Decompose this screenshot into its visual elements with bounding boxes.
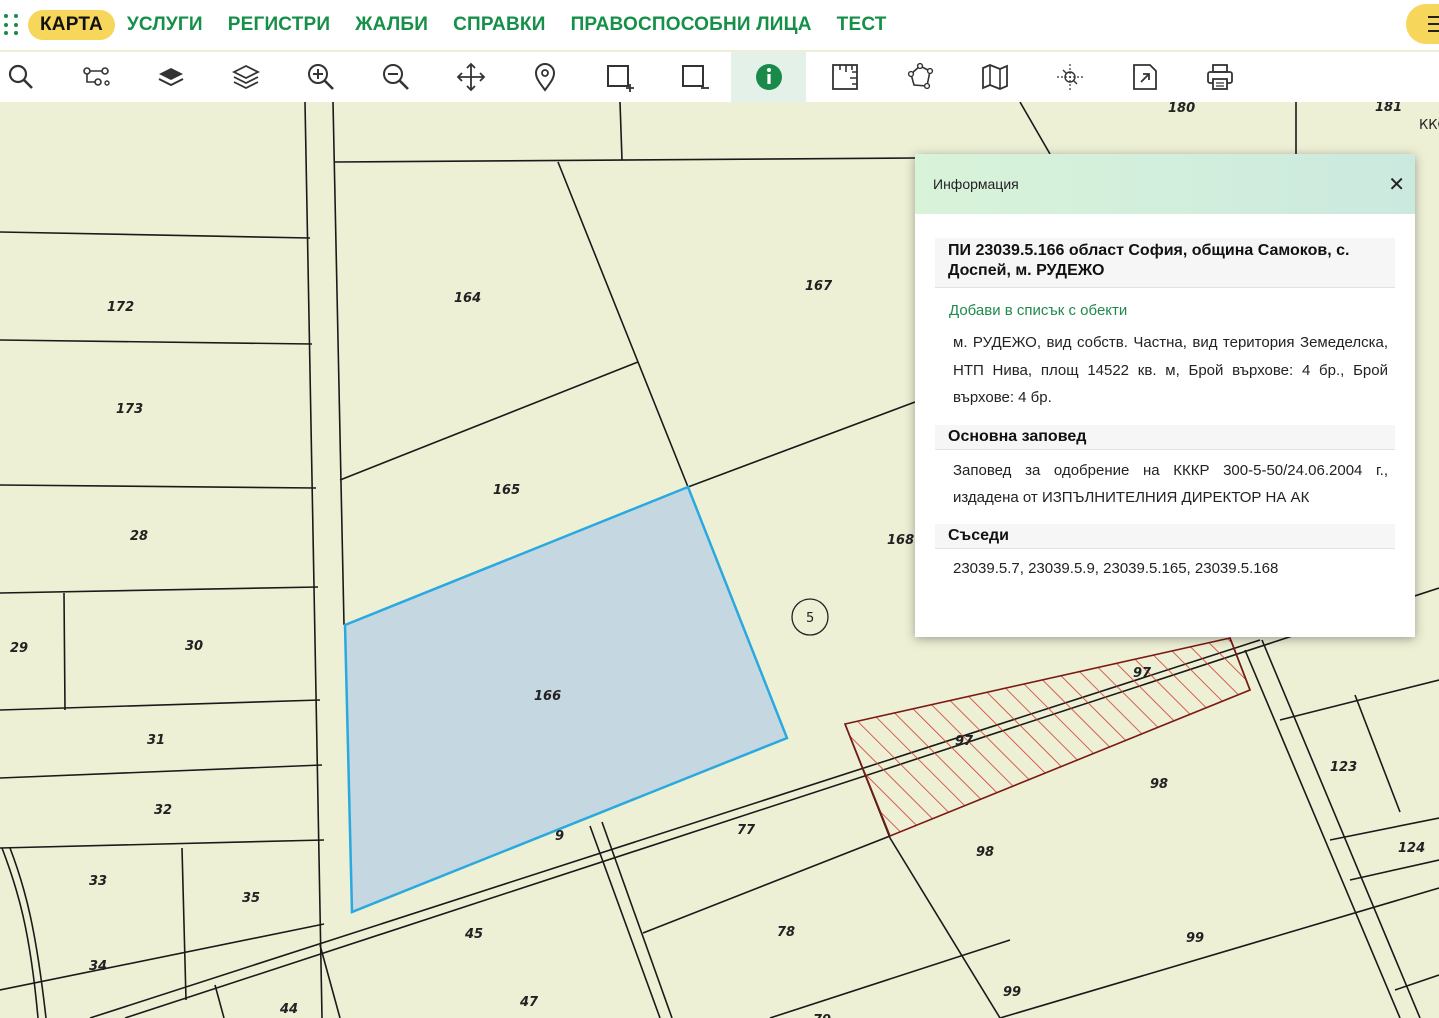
- parcel-label: 44: [279, 1002, 298, 1017]
- measure-icon[interactable]: [807, 52, 882, 102]
- parcel-title: ПИ 23039.5.166 област София, община Само…: [935, 238, 1395, 288]
- map-icon[interactable]: [957, 52, 1032, 102]
- parcel-label: 33: [89, 874, 107, 889]
- parcel-label: ККС: [1419, 118, 1439, 133]
- route-icon[interactable]: [58, 52, 133, 102]
- parcel-label: 9: [555, 829, 564, 844]
- parcel-label: 31: [147, 733, 165, 748]
- parcel-label: 166: [534, 689, 561, 704]
- search-icon[interactable]: [0, 52, 58, 102]
- parcel-label: 164: [454, 291, 481, 306]
- parcel-description: м. РУДЕЖО, вид собств. Частна, вид терит…: [953, 334, 1388, 406]
- parcel-label: 124: [1398, 841, 1425, 856]
- parcel-label: 168: [887, 533, 914, 548]
- parcel-label: 165: [493, 483, 520, 498]
- parcel-label: 167: [805, 279, 833, 294]
- map-toolbar: [0, 52, 1439, 102]
- order-heading: Основна заповед: [935, 424, 1395, 450]
- zoom-out-icon[interactable]: [358, 52, 433, 102]
- select-remove-icon[interactable]: [657, 52, 732, 102]
- hatched-parcel-97: [843, 637, 1252, 838]
- apps-grid-icon[interactable]: [4, 14, 20, 36]
- neighbors-heading: Съседи: [935, 523, 1395, 549]
- parcel-label: 97: [1133, 666, 1152, 681]
- layer-icon[interactable]: [133, 52, 208, 102]
- parcel-label: 78: [777, 925, 795, 940]
- nav-item-uslugi[interactable]: УСЛУГИ: [127, 14, 203, 36]
- info-icon[interactable]: [731, 52, 806, 102]
- close-icon[interactable]: ✕: [1388, 172, 1405, 196]
- parcel-label: 181: [1375, 102, 1402, 115]
- parcel-label: 45: [464, 927, 483, 942]
- parcel-label: 99: [1186, 931, 1204, 946]
- pan-icon[interactable]: [433, 52, 508, 102]
- parcel-label: 123: [1330, 760, 1357, 775]
- marker-icon[interactable]: [507, 52, 582, 102]
- coordinates-icon[interactable]: [1032, 52, 1107, 102]
- parcel-label: 47: [519, 995, 539, 1010]
- parcel-label: 79: [813, 1013, 831, 1018]
- nav-item-karta[interactable]: КАРТА: [28, 10, 115, 40]
- nav-item-spravki[interactable]: СПРАВКИ: [453, 14, 545, 36]
- parcel-label: 98: [976, 845, 994, 860]
- hamburger-menu-button[interactable]: [1406, 4, 1439, 44]
- parcel-label: 5: [806, 611, 814, 626]
- nav-item-pravosposobni-lica[interactable]: ПРАВОСПОСОБНИ ЛИЦА: [571, 14, 812, 36]
- parcel-label: 28: [130, 529, 148, 544]
- parcel-label: 180: [1168, 102, 1195, 116]
- info-panel-title: Информация: [933, 176, 1019, 192]
- print-icon[interactable]: [1182, 52, 1257, 102]
- add-to-list-link[interactable]: Добави в списък с обекти: [949, 302, 1415, 319]
- nav-item-registri[interactable]: РЕГИСТРИ: [228, 14, 331, 36]
- parcel-label: 97: [955, 734, 974, 749]
- export-icon[interactable]: [1107, 52, 1182, 102]
- layers-icon[interactable]: [208, 52, 283, 102]
- polygon-icon[interactable]: [882, 52, 957, 102]
- neighbors-list: 23039.5.7, 23039.5.9, 23039.5.165, 23039…: [953, 559, 1279, 577]
- zoom-in-icon[interactable]: [283, 52, 358, 102]
- parcel-label: 29: [10, 641, 28, 656]
- parcel-label: 34: [89, 959, 107, 974]
- parcel-label: 99: [1003, 985, 1021, 1000]
- select-add-icon[interactable]: [582, 52, 657, 102]
- parcel-label: 30: [185, 639, 203, 654]
- parcel-label: 173: [116, 402, 143, 417]
- parcel-label: 98: [1150, 777, 1168, 792]
- info-panel: Информация ✕ ПИ 23039.5.166 област София…: [915, 154, 1415, 637]
- nav-item-test[interactable]: ТЕСТ: [837, 14, 887, 36]
- top-navigation: КАРТА УСЛУГИ РЕГИСТРИ ЖАЛБИ СПРАВКИ ПРАВ…: [0, 0, 1439, 50]
- order-text: Заповед за одобрение на КККР 300-5-50/24…: [953, 461, 1388, 507]
- selected-parcel-166: [343, 485, 789, 914]
- parcel-label: 35: [242, 891, 260, 906]
- nav-item-zhalbi[interactable]: ЖАЛБИ: [355, 14, 428, 36]
- parcel-label: 32: [154, 803, 172, 818]
- info-panel-header: Информация ✕: [915, 154, 1415, 214]
- parcel-label: 77: [737, 823, 756, 838]
- parcel-label: 172: [107, 300, 134, 315]
